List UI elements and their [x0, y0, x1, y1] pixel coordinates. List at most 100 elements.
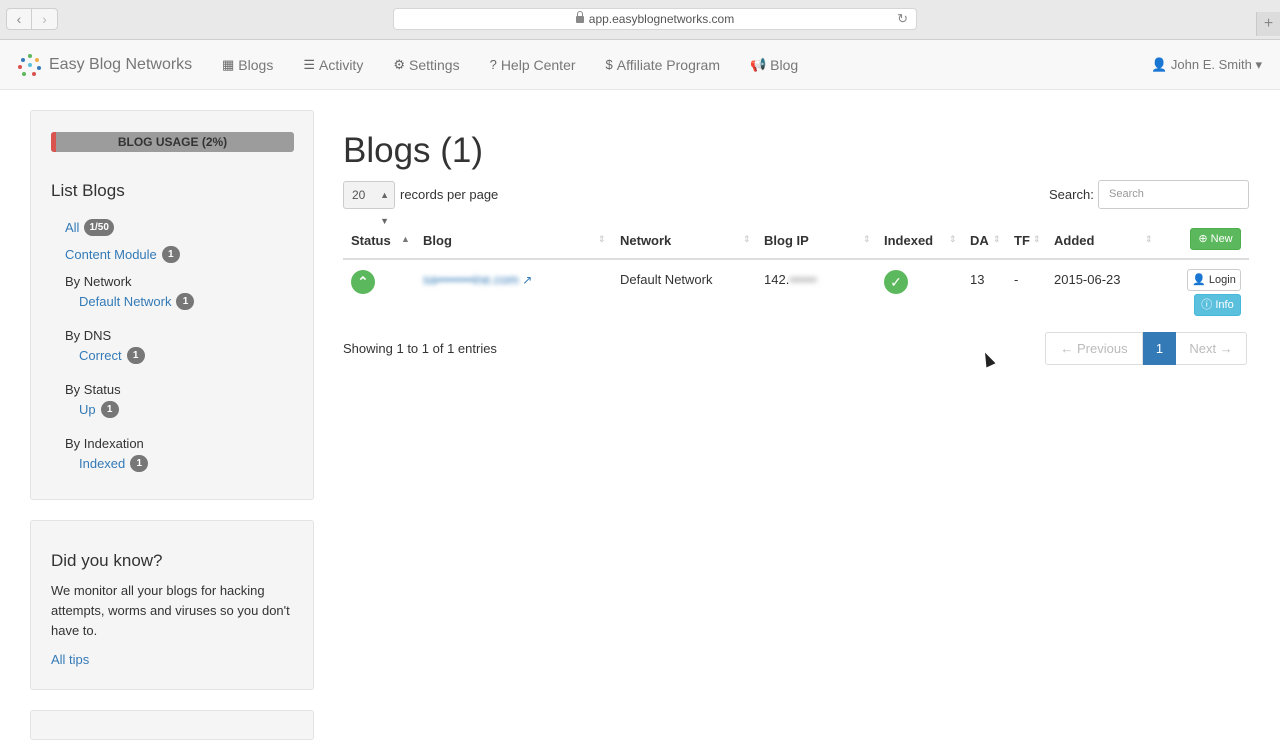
nav-settings-label: Settings [408, 57, 460, 73]
brand[interactable]: Easy Blog Networks [18, 53, 192, 77]
blog-network: Default Network [620, 272, 713, 287]
did-you-know-panel: Did you know? We monitor all your blogs … [30, 520, 314, 690]
blog-ip-prefix: 142. [764, 272, 790, 287]
mouse-cursor-icon [980, 350, 996, 368]
app-navbar: Easy Blog Networks ▦ Blogs ☰ Activity ⚙ Set… [0, 40, 1280, 90]
col-blog[interactable]: Blog [423, 233, 452, 248]
status-up-icon: ⌃ [351, 270, 375, 294]
filter-default-network[interactable]: Default Network 1 [79, 293, 195, 310]
blog-usage-label: BLOG USAGE (2%) [117, 135, 228, 149]
nav-settings[interactable]: ⚙ Settings [393, 40, 459, 90]
external-link-icon: ↗ [522, 273, 533, 287]
dollar-icon: $ [605, 57, 613, 72]
by-status-label: By Status [65, 382, 121, 397]
nav-activity[interactable]: ☰ Activity [303, 40, 363, 90]
indexed-check-icon: ✓ [884, 270, 908, 294]
nav-help-center[interactable]: ? Help Center [490, 40, 576, 90]
filter-content-module-label: Content Module [65, 247, 157, 262]
records-per-page-value: 20 [352, 188, 366, 202]
col-blog-ip[interactable]: Blog IP [764, 233, 809, 248]
reload-icon[interactable]: ↻ [897, 9, 908, 29]
filter-dns-correct-badge: 1 [126, 347, 145, 364]
table-row: ⌃ sa••••••••ine.com ↗ Default Network 14… [343, 261, 1249, 321]
col-indexed[interactable]: Indexed [884, 233, 933, 248]
filter-content-module[interactable]: Content Module 1 [65, 246, 180, 263]
filter-default-network-label: Default Network [79, 294, 172, 309]
blog-usage-fill [51, 132, 56, 152]
sort-icon[interactable]: ⇕ [1145, 234, 1153, 245]
gear-icon: ⚙ [393, 57, 405, 72]
page-1-button[interactable]: 1 [1143, 332, 1176, 365]
user-name: John E. Smith [1170, 57, 1252, 72]
records-per-page-label: records per page [400, 187, 499, 202]
filter-content-module-badge: 1 [161, 246, 180, 263]
table-info: Showing 1 to 1 of 1 entries [343, 341, 497, 356]
col-tf[interactable]: TF [1014, 233, 1030, 248]
pagination: ← Previous 1 Next → [1045, 332, 1247, 365]
col-da[interactable]: DA [970, 233, 989, 248]
tip-title: Did you know? [51, 551, 163, 570]
blog-ip: 142.•••••• [764, 272, 817, 287]
blog-domain: sa••••••••ine.com [423, 272, 519, 287]
blog-added: 2015-06-23 [1054, 272, 1121, 287]
previous-page-button[interactable]: ← Previous [1045, 332, 1143, 365]
address-bar[interactable]: app.easyblognetworks.com ↻ [393, 8, 917, 30]
nav-affiliate-program[interactable]: $ Affiliate Program [606, 40, 720, 90]
new-blog-button[interactable]: ⊕ New [1190, 228, 1241, 250]
search-input[interactable]: Search [1098, 180, 1249, 209]
filter-indexed-label: Indexed [79, 456, 126, 471]
user-menu[interactable]: 👤 John E. Smith ▾ [1151, 40, 1262, 90]
sort-icon[interactable]: ⇕ [993, 234, 1001, 245]
new-tab-button[interactable]: + [1256, 12, 1280, 36]
user-icon: 👤 [1151, 57, 1168, 72]
logo-icon [18, 53, 42, 77]
by-indexation-label: By Indexation [65, 436, 144, 451]
col-network[interactable]: Network [620, 233, 671, 248]
all-tips-link[interactable]: All tips [51, 652, 89, 667]
sort-asc-icon[interactable]: ▲ [401, 234, 410, 244]
blog-ip-hidden: •••••• [789, 272, 817, 287]
nav-blog[interactable]: 📢 Blog [750, 40, 798, 90]
nav-help-center-label: Help Center [500, 57, 576, 73]
sort-icon[interactable]: ⇕ [1033, 234, 1041, 245]
url-text: app.easyblognetworks.com [588, 12, 735, 26]
blog-usage-progress: BLOG USAGE (2%) [51, 132, 294, 152]
col-status[interactable]: Status [351, 233, 391, 248]
info-button[interactable]: ⓘ Info [1194, 294, 1241, 316]
search-label: Search: [1049, 187, 1094, 202]
filter-dns-correct[interactable]: Correct 1 [79, 347, 145, 364]
by-network-label: By Network [65, 274, 132, 289]
new-blog-label: New [1210, 233, 1233, 245]
brand-name: Easy Blog Networks [49, 56, 193, 73]
next-page-button[interactable]: Next → [1176, 332, 1247, 365]
filter-status-up-badge: 1 [100, 401, 119, 418]
browser-toolbar: ‹ › app.easyblognetworks.com ↻ + [0, 0, 1280, 40]
info-circle-icon: ⓘ [1201, 299, 1213, 311]
filter-indexed[interactable]: Indexed 1 [79, 455, 149, 472]
sidebar-panel-partial [30, 710, 314, 740]
forward-button[interactable]: › [32, 8, 58, 30]
browser-nav-buttons: ‹ › [6, 8, 58, 30]
sort-icon[interactable]: ⇕ [598, 234, 606, 245]
blog-domain-link[interactable]: sa••••••••ine.com ↗ [423, 272, 532, 287]
filter-indexed-badge: 1 [130, 455, 149, 472]
filter-status-up-label: Up [79, 402, 96, 417]
table-header: Status ▲ Blog ⇕ Network ⇕ Blog IP ⇕ Inde… [343, 224, 1249, 260]
nav-activity-label: Activity [318, 57, 364, 73]
caret-down-icon: ▾ [1255, 57, 1262, 72]
blog-da: 13 [970, 272, 985, 287]
records-per-page-select[interactable]: 20 ▲ ▼ [343, 181, 395, 226]
nav-blogs[interactable]: ▦ Blogs [222, 40, 273, 90]
sort-icon[interactable]: ⇕ [863, 234, 871, 245]
back-button[interactable]: ‹ [6, 8, 32, 30]
filter-status-up[interactable]: Up 1 [79, 401, 119, 418]
sort-icon[interactable]: ⇕ [949, 234, 957, 245]
filter-all[interactable]: All 1/50 [65, 219, 114, 236]
sort-icon[interactable]: ⇕ [743, 234, 751, 245]
list-blogs-panel: BLOG USAGE (2%) List Blogs All 1/50 Conte… [30, 110, 314, 500]
blog-tf: - [1014, 272, 1019, 287]
col-added[interactable]: Added [1054, 233, 1094, 248]
page-title: Blogs (1) [343, 131, 484, 170]
login-label: Login [1208, 274, 1236, 286]
login-button[interactable]: 👤 Login [1187, 269, 1241, 291]
